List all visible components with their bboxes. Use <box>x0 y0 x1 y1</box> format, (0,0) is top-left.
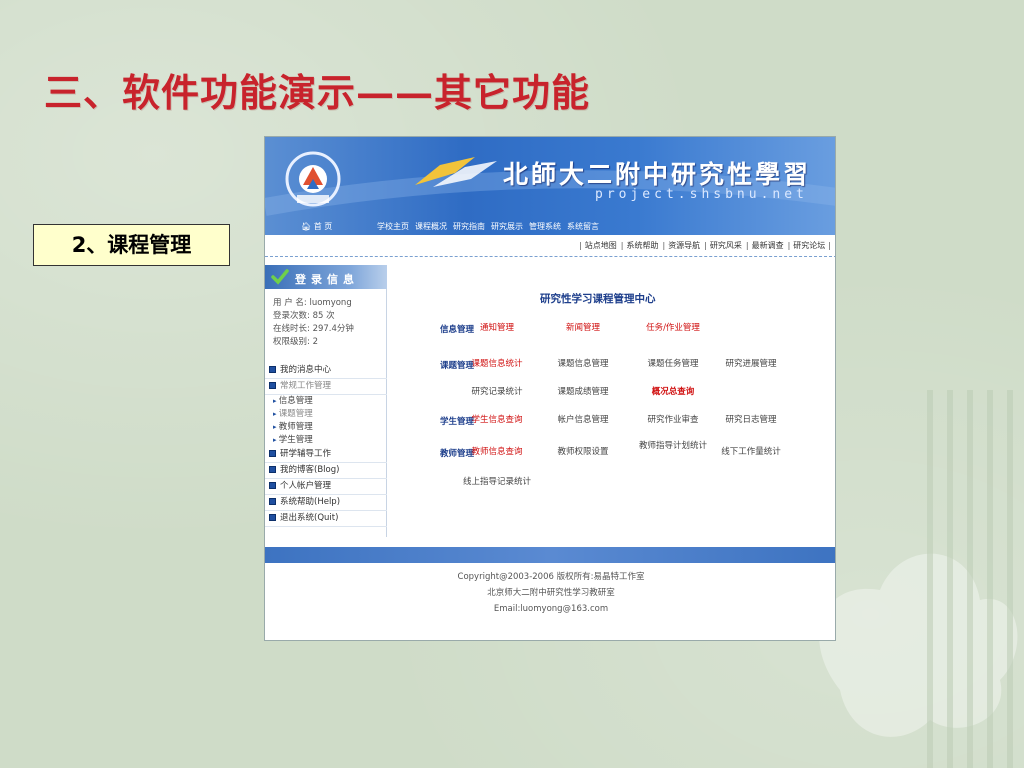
management-link[interactable]: 线下工作量统计 <box>711 447 791 458</box>
footer-bar <box>265 547 835 563</box>
top-nav-item[interactable]: 研究指南 <box>453 221 485 232</box>
menu-label: 我的博客(Blog) <box>280 465 340 475</box>
copyright-text: Copyright@2003-2006 版权所有:易晶特工作室 <box>457 572 645 582</box>
top-nav: 🏠︎ 首 页 学校主页 课程概况 研究指南 研究展示 管理系统 系统留言 <box>265 219 835 235</box>
menu-bullet-icon <box>269 366 276 373</box>
management-link[interactable]: 任务/作业管理 <box>633 323 713 334</box>
management-link[interactable]: 概况总查询 <box>633 387 713 398</box>
sub-nav-item[interactable]: 站点地图 <box>577 240 619 251</box>
sub-nav-item[interactable]: 研究风采 <box>702 240 744 251</box>
management-link[interactable]: 新闻管理 <box>543 323 623 334</box>
org-text: 北京师大二附中研究性学习教研室 <box>487 588 615 598</box>
top-nav-item[interactable]: 管理系统 <box>529 221 561 232</box>
top-nav-item[interactable]: 学校主页 <box>377 221 409 232</box>
login-info-header: 登录信息 <box>265 265 387 289</box>
online-time-text: 在线时长: 297.4分钟 <box>273 324 354 334</box>
home-link[interactable]: 🏠︎ 首 页 <box>301 221 332 232</box>
menu-label: 系统帮助(Help) <box>280 497 341 507</box>
site-banner: 北師大二附中研究性學習 project.shsbnu.net 🏠︎ 首 页 学校… <box>265 137 835 235</box>
management-link[interactable]: 教师指导计划统计 <box>633 441 713 452</box>
main-title: 研究性学习课程管理中心 <box>540 293 656 305</box>
permission-level-text: 权限级别: 2 <box>273 337 318 347</box>
menu-label: 学生管理 <box>278 435 313 445</box>
management-link[interactable]: 教师权限设置 <box>543 447 623 458</box>
menu-label: 退出系统(Quit) <box>280 513 339 523</box>
top-nav-list: 学校主页 课程概况 研究指南 研究展示 管理系统 系统留言 <box>377 221 599 232</box>
footer: Copyright@2003-2006 版权所有:易晶特工作室 北京师大二附中研… <box>265 569 835 617</box>
management-link[interactable]: 学生信息查询 <box>457 415 537 426</box>
management-link[interactable]: 研究日志管理 <box>711 415 791 426</box>
sub-nav-list: 站点地图系统帮助资源导航研究风采最新调查研究论坛 <box>577 240 833 251</box>
management-link[interactable]: 线上指导记录统计 <box>457 477 537 488</box>
management-row: 课题管理 课题信息统计 课题信息管理 课题任务管理 研究进展管理 <box>395 353 835 377</box>
menu-bullet-icon <box>269 514 276 521</box>
sidebar-submenu-item[interactable]: 课题管理 <box>265 408 387 421</box>
top-nav-item[interactable]: 课程概况 <box>415 221 447 232</box>
management-link[interactable]: 研究进展管理 <box>711 359 791 370</box>
site-title: 北師大二附中研究性學習 <box>503 160 812 189</box>
menu-label: 常规工作管理 <box>280 381 332 391</box>
sidebar-menu-item[interactable]: 我的消息中心 <box>265 363 387 379</box>
checkmark-icon <box>271 269 289 285</box>
site-url: project.shsbnu.net <box>595 187 808 202</box>
sidebar-menu: 我的消息中心常规工作管理信息管理课题管理教师管理学生管理研学辅导工作我的博客(B… <box>265 363 387 527</box>
management-row: 教师管理 教师信息查询 教师权限设置 教师指导计划统计 线下工作量统计 <box>395 441 835 465</box>
menu-bullet-icon <box>269 450 276 457</box>
sidebar-menu-item[interactable]: 系统帮助(Help) <box>265 495 387 511</box>
menu-bullet-icon <box>269 482 276 489</box>
section-label: 2、课程管理 <box>33 224 230 266</box>
management-link[interactable]: 课题成绩管理 <box>543 387 623 398</box>
management-row: 研究记录统计 课题成绩管理 概况总查询 <box>395 381 835 405</box>
management-link[interactable]: 帐户信息管理 <box>543 415 623 426</box>
management-link[interactable]: 通知管理 <box>457 323 537 334</box>
sub-nav-item[interactable]: 资源导航 <box>660 240 702 251</box>
web-screenshot: 北師大二附中研究性學習 project.shsbnu.net 🏠︎ 首 页 学校… <box>264 136 836 641</box>
sub-nav-item[interactable]: 系统帮助 <box>619 240 661 251</box>
management-row: 信息管理 通知管理 新闻管理 任务/作业管理 <box>395 317 835 341</box>
login-title: 登录信息 <box>295 273 359 286</box>
slide-title: 三、软件功能演示——其它功能 <box>44 70 591 115</box>
school-logo-icon <box>285 151 341 207</box>
sub-nav-item[interactable]: 研究论坛 <box>786 240 833 251</box>
email-text: Email:luomyong@163.com <box>493 604 609 614</box>
menu-bullet-icon <box>269 382 276 389</box>
home-icon: 🏠︎ <box>301 222 314 231</box>
sidebar-menu-item[interactable]: 退出系统(Quit) <box>265 511 387 527</box>
management-link[interactable]: 研究作业审查 <box>633 415 713 426</box>
management-link[interactable]: 教师信息查询 <box>457 447 537 458</box>
management-link[interactable]: 课题信息统计 <box>457 359 537 370</box>
menu-label: 我的消息中心 <box>280 365 332 375</box>
sidebar-submenu-item[interactable]: 教师管理 <box>265 421 387 434</box>
top-nav-item[interactable]: 研究展示 <box>491 221 523 232</box>
menu-bullet-icon <box>269 466 276 473</box>
management-link[interactable]: 课题任务管理 <box>633 359 713 370</box>
menu-label: 个人帐户管理 <box>280 481 332 491</box>
sidebar-menu-item[interactable]: 研学辅导工作 <box>265 447 387 463</box>
menu-bullet-icon <box>269 498 276 505</box>
sidebar-menu-item[interactable]: 个人帐户管理 <box>265 479 387 495</box>
sidebar-menu-item[interactable]: 我的博客(Blog) <box>265 463 387 479</box>
menu-label: 研学辅导工作 <box>280 449 332 459</box>
sub-nav-item[interactable]: 最新调查 <box>744 240 786 251</box>
menu-label: 课题管理 <box>278 409 313 419</box>
management-row: 学生管理 学生信息查询 帐户信息管理 研究作业审查 研究日志管理 <box>395 409 835 433</box>
main-panel: 研究性学习课程管理中心 信息管理 通知管理 新闻管理 任务/作业管理 课题管理 课题信息统… <box>395 265 835 537</box>
management-row: 线上指导记录统计 <box>395 477 835 501</box>
menu-label: 信息管理 <box>278 396 313 406</box>
top-nav-item[interactable]: 系统留言 <box>567 221 599 232</box>
username-text: 用 户 名: luomyong <box>273 298 352 308</box>
login-count-text: 登录次数: 85 次 <box>273 311 335 321</box>
management-link[interactable]: 研究记录统计 <box>457 387 537 398</box>
sidebar: 登录信息 用 户 名: luomyong 登录次数: 85 次 在线时长: 29… <box>265 265 387 537</box>
login-info: 用 户 名: luomyong 登录次数: 85 次 在线时长: 297.4分钟… <box>273 297 354 349</box>
sub-nav: 站点地图系统帮助资源导航研究风采最新调查研究论坛 <box>265 235 835 257</box>
menu-label: 教师管理 <box>278 422 313 432</box>
sidebar-submenu-item[interactable]: 信息管理 <box>265 395 387 408</box>
sidebar-submenu-item[interactable]: 学生管理 <box>265 434 387 447</box>
management-link[interactable]: 课题信息管理 <box>543 359 623 370</box>
sidebar-menu-item[interactable]: 常规工作管理 <box>265 379 387 395</box>
